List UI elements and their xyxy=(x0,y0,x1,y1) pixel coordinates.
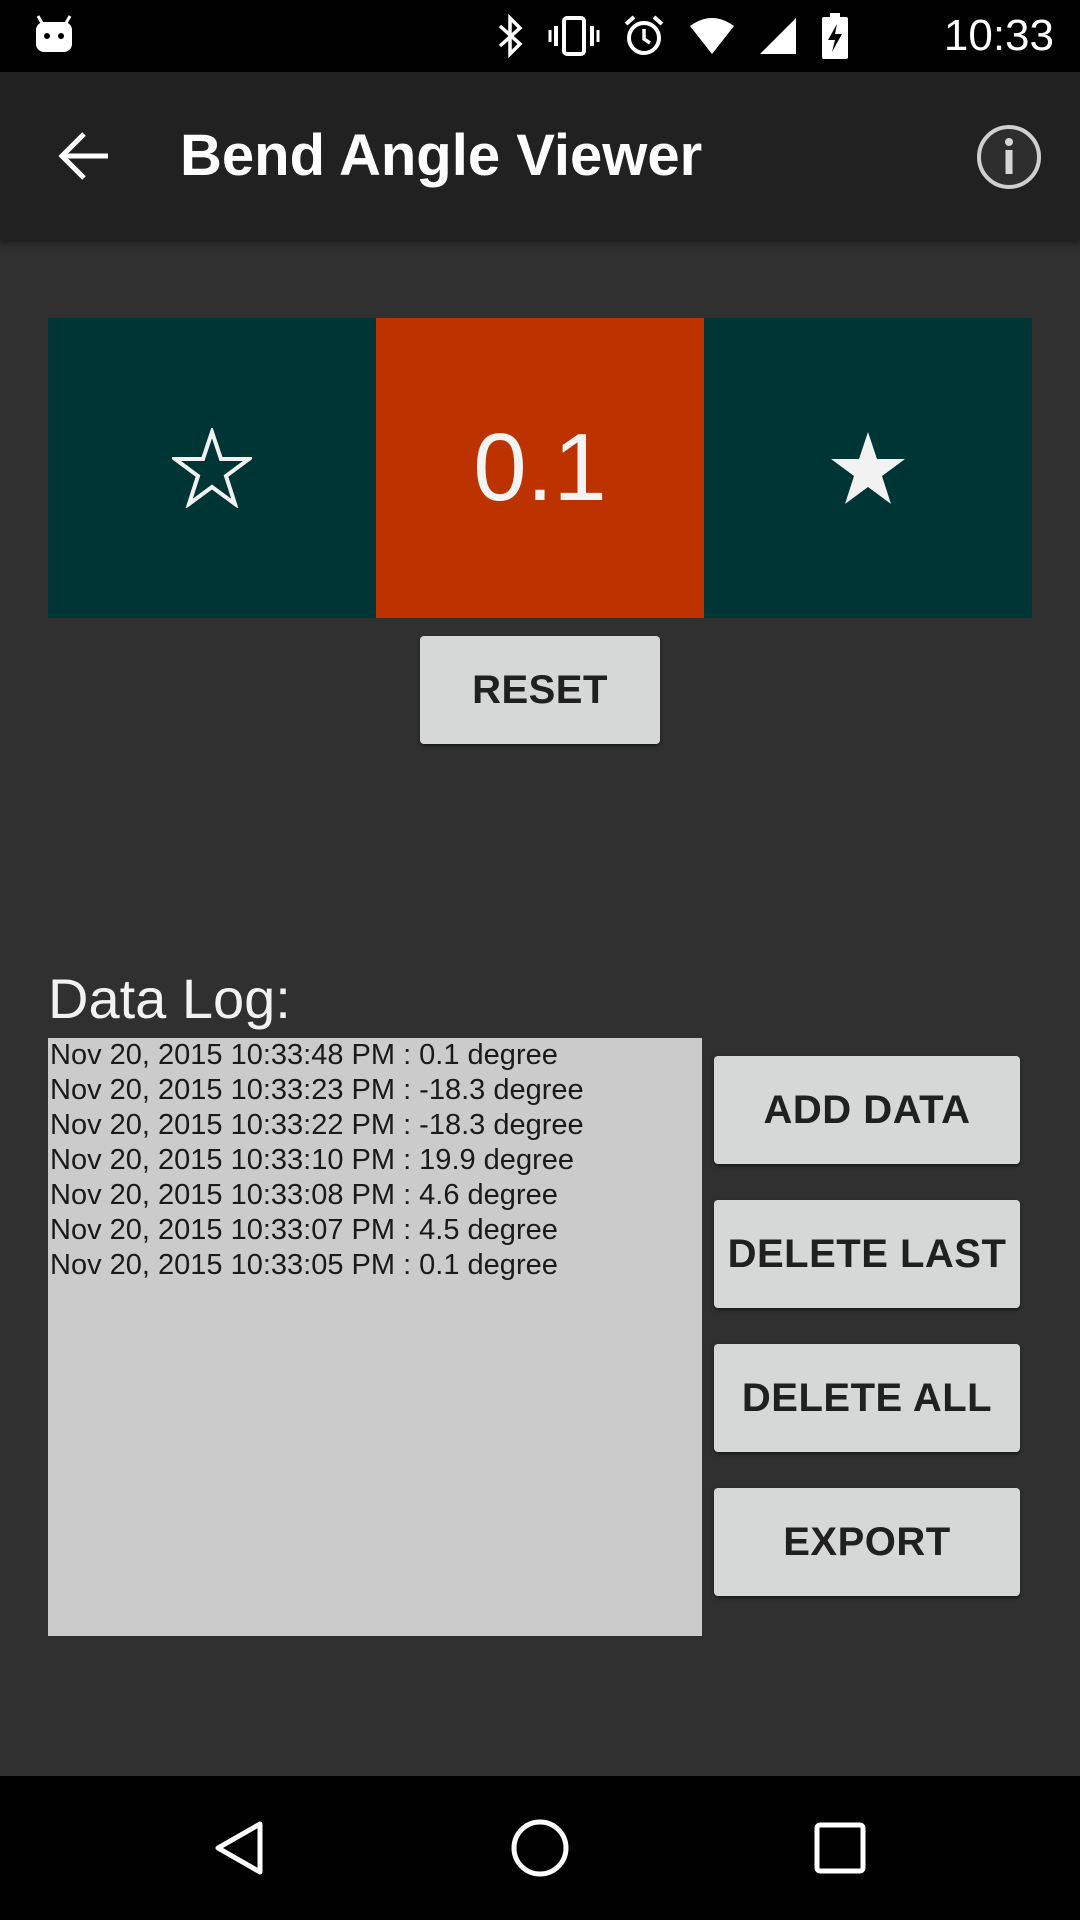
star-filled-icon xyxy=(831,432,905,504)
bluetooth-icon xyxy=(496,14,526,58)
android-icon xyxy=(34,14,74,54)
right-star-cell[interactable] xyxy=(704,318,1032,618)
add-data-button[interactable]: ADD DATA xyxy=(714,1056,1020,1164)
app-bar: Bend Angle Viewer xyxy=(0,72,1080,240)
log-entry: Nov 20, 2015 10:33:22 PM : -18.3 degree xyxy=(50,1109,584,1141)
vibrate-icon xyxy=(548,14,600,58)
alarm-icon xyxy=(622,14,666,58)
log-entry: Nov 20, 2015 10:33:07 PM : 4.5 degree xyxy=(50,1214,558,1246)
delete-last-button[interactable]: DELETE LAST xyxy=(714,1200,1020,1308)
data-log-list[interactable]: Nov 20, 2015 10:33:48 PM : 0.1 degree No… xyxy=(48,1038,702,1636)
delete-all-button[interactable]: DELETE ALL xyxy=(714,1344,1020,1452)
nav-back-icon xyxy=(215,1821,263,1875)
export-button[interactable]: EXPORT xyxy=(714,1488,1020,1596)
nav-home-button[interactable] xyxy=(500,1808,580,1888)
status-icons xyxy=(496,10,850,62)
log-entry: Nov 20, 2015 10:33:08 PM : 4.6 degree xyxy=(50,1179,558,1211)
data-log-heading: Data Log: xyxy=(48,967,291,1030)
nav-recents-icon xyxy=(814,1822,866,1874)
star-outline-icon xyxy=(172,428,252,508)
battery-charging-icon xyxy=(820,12,850,60)
back-button[interactable] xyxy=(40,116,128,196)
left-star-cell[interactable] xyxy=(48,318,376,618)
wifi-icon xyxy=(688,16,736,56)
nav-recents-button[interactable] xyxy=(800,1808,880,1888)
nav-back-button[interactable] xyxy=(200,1808,280,1888)
status-time: 10:33 xyxy=(943,11,1054,60)
log-entry: Nov 20, 2015 10:33:10 PM : 19.9 degree xyxy=(50,1144,574,1176)
info-button[interactable] xyxy=(974,122,1044,192)
angle-value: 0.1 xyxy=(376,318,704,618)
log-entry: Nov 20, 2015 10:33:23 PM : -18.3 degree xyxy=(50,1074,584,1106)
arrow-back-icon xyxy=(58,132,108,180)
screen: 10:33 Bend Angle Viewer 0.1 RESET Data L… xyxy=(0,0,1080,1920)
nav-home-icon xyxy=(511,1819,569,1877)
angle-panel: 0.1 xyxy=(48,318,1032,618)
app-title: Bend Angle Viewer xyxy=(180,123,703,188)
cellular-signal-icon xyxy=(758,16,798,56)
log-entry: Nov 20, 2015 10:33:48 PM : 0.1 degree xyxy=(50,1039,558,1071)
navigation-bar xyxy=(0,1776,1080,1920)
info-icon xyxy=(977,125,1041,189)
log-entry: Nov 20, 2015 10:33:05 PM : 0.1 degree xyxy=(50,1249,558,1281)
status-bar: 10:33 xyxy=(0,0,1080,72)
reset-button[interactable]: RESET xyxy=(420,636,660,744)
